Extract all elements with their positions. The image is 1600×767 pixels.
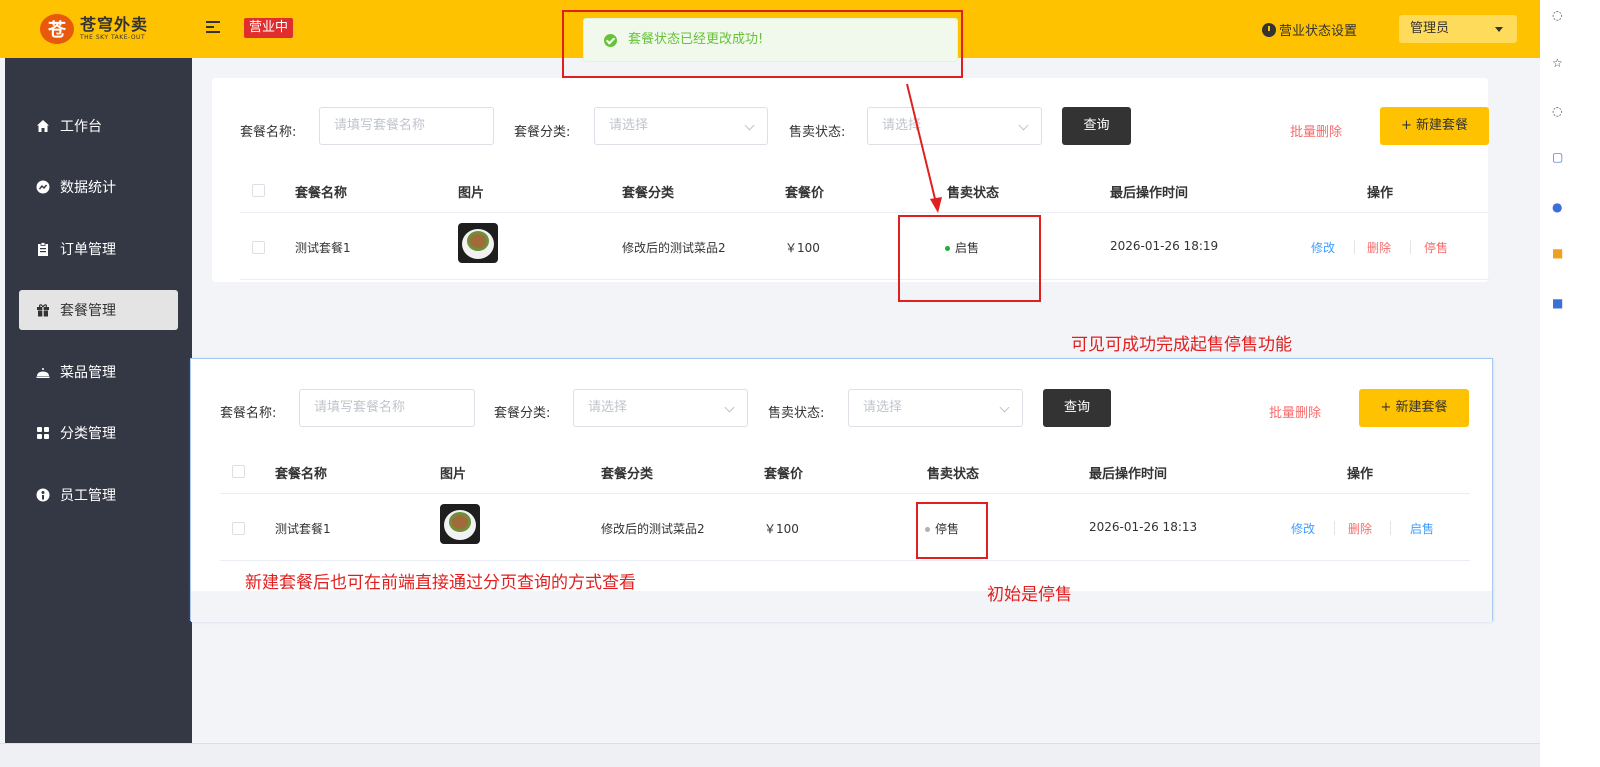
bottom-taskbar (0, 743, 1540, 767)
annotation-new-note: 新建套餐后也可在前端直接通过分页查询的方式查看 (245, 573, 636, 593)
extension-icon[interactable]: ■ (1552, 296, 1563, 310)
star-icon[interactable]: ☆ (1552, 56, 1563, 70)
annotation-initial-note: 初始是停售 (987, 585, 1072, 605)
refresh-icon[interactable]: ◌ (1552, 8, 1562, 22)
extension-icon[interactable]: ● (1552, 200, 1562, 214)
annotation-success-note: 可见可成功完成起售停售功能 (1071, 335, 1292, 355)
browser-side-strip: ◌ ☆ ◌ ▢ ● ■ ■ (1540, 0, 1600, 767)
history-icon[interactable]: ◌ (1552, 104, 1562, 118)
extension-icon[interactable]: ▢ (1552, 150, 1563, 164)
extension-icon[interactable]: ■ (1552, 246, 1563, 260)
annotation-arrow-icon (906, 83, 942, 213)
